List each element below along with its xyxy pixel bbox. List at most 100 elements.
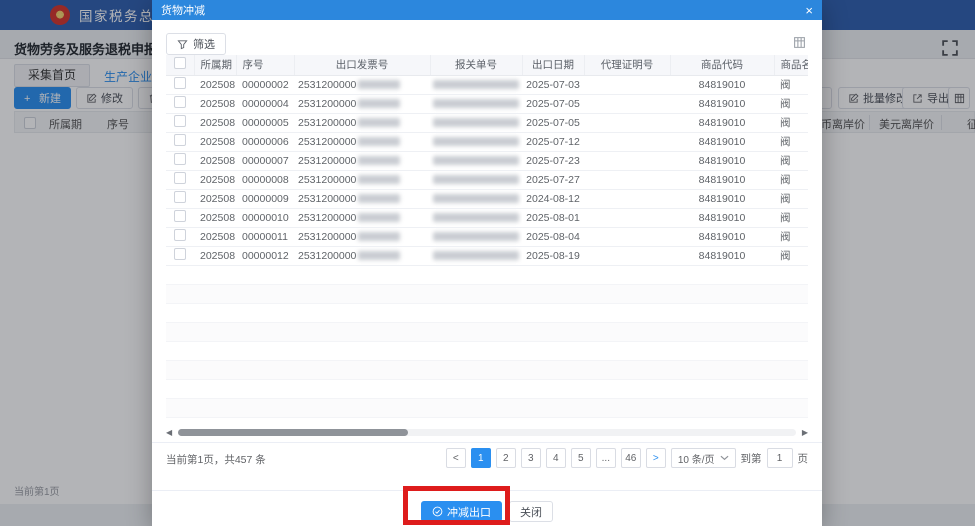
row-checkbox[interactable] xyxy=(174,115,186,127)
col-period: 所属期 xyxy=(194,55,237,76)
redacted-invoice-suffix xyxy=(358,194,401,204)
cell-export-date: 2024-08-12 xyxy=(522,189,584,209)
redacted-invoice-suffix xyxy=(358,175,401,185)
check-circle-icon xyxy=(432,506,443,517)
empty-row xyxy=(166,341,808,361)
cell-period: 202508 xyxy=(194,208,236,228)
page-button-3[interactable]: 3 xyxy=(520,448,541,468)
cell-seq: 00000002 xyxy=(236,75,294,95)
cell-invoice: 2531200000 xyxy=(294,246,430,266)
col-commodity-code: 商品代码 xyxy=(670,55,775,76)
cell-seq: 00000012 xyxy=(236,246,294,266)
next-page-button[interactable]: > xyxy=(645,448,666,468)
page-size-select[interactable]: 10 条/页 xyxy=(670,448,736,468)
cell-export-date: 2025-08-04 xyxy=(522,227,584,247)
table-row: 202508 00000012 2531200000 2025-08-19 84… xyxy=(166,246,808,266)
cell-commodity-name: 阀 xyxy=(774,94,808,114)
cell-agent-cert xyxy=(584,246,670,266)
table-row: 202508 00000004 2531200000 2025-07-05 84… xyxy=(166,94,808,114)
cell-period: 202508 xyxy=(194,113,236,133)
filter-button[interactable]: 筛选 xyxy=(166,33,226,55)
offset-export-button[interactable]: 冲减出口 xyxy=(421,501,502,522)
cell-commodity-code: 84819010 xyxy=(670,246,774,266)
redacted-customs-no xyxy=(433,213,519,223)
cell-agent-cert xyxy=(584,132,670,152)
cell-period: 202508 xyxy=(194,227,236,247)
redacted-customs-no xyxy=(433,175,519,185)
col-export-invoice-no: 出口发票号 xyxy=(294,55,431,76)
pagination-summary: 当前第1页，共457 条 xyxy=(166,454,266,466)
horizontal-scrollbar: ◀ ▶ xyxy=(166,427,808,438)
table-row: 202508 00000009 2531200000 2024-08-12 84… xyxy=(166,189,808,209)
cell-seq: 00000007 xyxy=(236,151,294,171)
cell-commodity-code: 84819010 xyxy=(670,208,774,228)
row-checkbox[interactable] xyxy=(174,96,186,108)
close-icon[interactable]: × xyxy=(805,4,813,17)
cell-invoice: 2531200000 xyxy=(294,151,430,171)
row-checkbox[interactable] xyxy=(174,77,186,89)
page-button-2[interactable]: 2 xyxy=(495,448,516,468)
cell-commodity-name: 阀 xyxy=(774,113,808,133)
row-checkbox[interactable] xyxy=(174,248,186,260)
table-row: 202508 00000008 2531200000 2025-07-27 84… xyxy=(166,170,808,190)
close-button[interactable]: 关闭 xyxy=(509,501,553,522)
cell-commodity-code: 84819010 xyxy=(670,189,774,209)
page-ellipsis[interactable]: ... xyxy=(595,448,616,468)
scroll-left-icon[interactable]: ◀ xyxy=(166,427,172,438)
row-checkbox[interactable] xyxy=(174,134,186,146)
page-button-46[interactable]: 46 xyxy=(620,448,641,468)
select-all-checkbox[interactable] xyxy=(173,57,186,70)
cell-customs-no xyxy=(430,75,522,95)
cell-commodity-code: 84819010 xyxy=(670,170,774,190)
header-checkbox-cell xyxy=(166,55,195,76)
cell-invoice: 2531200000 xyxy=(294,208,430,228)
prev-page-button[interactable]: < xyxy=(445,448,466,468)
scroll-right-icon[interactable]: ▶ xyxy=(802,427,808,438)
cell-agent-cert xyxy=(584,208,670,228)
cell-export-date: 2025-08-01 xyxy=(522,208,584,228)
cell-export-date: 2025-07-05 xyxy=(522,113,584,133)
cell-customs-no xyxy=(430,246,522,266)
jump-prefix-label: 到第 xyxy=(740,452,762,465)
table-header-row: 所属期 序号 出口发票号 报关单号 出口日期 代理证明号 商品代码 商品名称 xyxy=(166,55,808,76)
table-row: 202508 00000006 2531200000 2025-07-12 84… xyxy=(166,132,808,152)
cell-commodity-name: 阀 xyxy=(774,151,808,171)
row-checkbox[interactable] xyxy=(174,210,186,222)
cell-agent-cert xyxy=(584,227,670,247)
cell-period: 202508 xyxy=(194,75,236,95)
redacted-invoice-suffix xyxy=(358,99,401,109)
redacted-invoice-suffix xyxy=(358,213,401,223)
cell-commodity-name: 阀 xyxy=(774,132,808,152)
jump-page-input[interactable] xyxy=(766,448,793,468)
row-checkbox[interactable] xyxy=(174,229,186,241)
cell-commodity-name: 阀 xyxy=(774,170,808,190)
cell-export-date: 2025-07-12 xyxy=(522,132,584,152)
cell-seq: 00000008 xyxy=(236,170,294,190)
column-config-icon[interactable] xyxy=(793,36,806,49)
page-button-4[interactable]: 4 xyxy=(545,448,566,468)
pagination-controls: < 1 2 3 4 5 ... 46 > 10 条/页 到第 页 xyxy=(445,448,809,468)
cell-customs-no xyxy=(430,189,522,209)
cell-customs-no xyxy=(430,94,522,114)
row-checkbox[interactable] xyxy=(174,191,186,203)
redacted-customs-no xyxy=(433,99,519,109)
cell-commodity-code: 84819010 xyxy=(670,113,774,133)
page-button-1[interactable]: 1 xyxy=(470,448,491,468)
cell-export-date: 2025-08-19 xyxy=(522,246,584,266)
cell-invoice: 2531200000 xyxy=(294,170,430,190)
cell-commodity-code: 84819010 xyxy=(670,132,774,152)
row-checkbox[interactable] xyxy=(174,172,186,184)
page-button-5[interactable]: 5 xyxy=(570,448,591,468)
jump-suffix-label: 页 xyxy=(797,452,809,465)
table-row: 202508 00000011 2531200000 2025-08-04 84… xyxy=(166,227,808,247)
dialog-header: 货物冲减 × xyxy=(152,0,822,20)
cell-invoice: 2531200000 xyxy=(294,227,430,247)
redacted-invoice-suffix xyxy=(358,156,401,166)
redacted-customs-no xyxy=(433,251,519,261)
row-checkbox[interactable] xyxy=(174,153,186,165)
cell-period: 202508 xyxy=(194,170,236,190)
cell-commodity-code: 84819010 xyxy=(670,94,774,114)
cell-period: 202508 xyxy=(194,151,236,171)
scrollbar-thumb[interactable] xyxy=(178,429,408,436)
scrollbar-track[interactable] xyxy=(178,429,796,436)
